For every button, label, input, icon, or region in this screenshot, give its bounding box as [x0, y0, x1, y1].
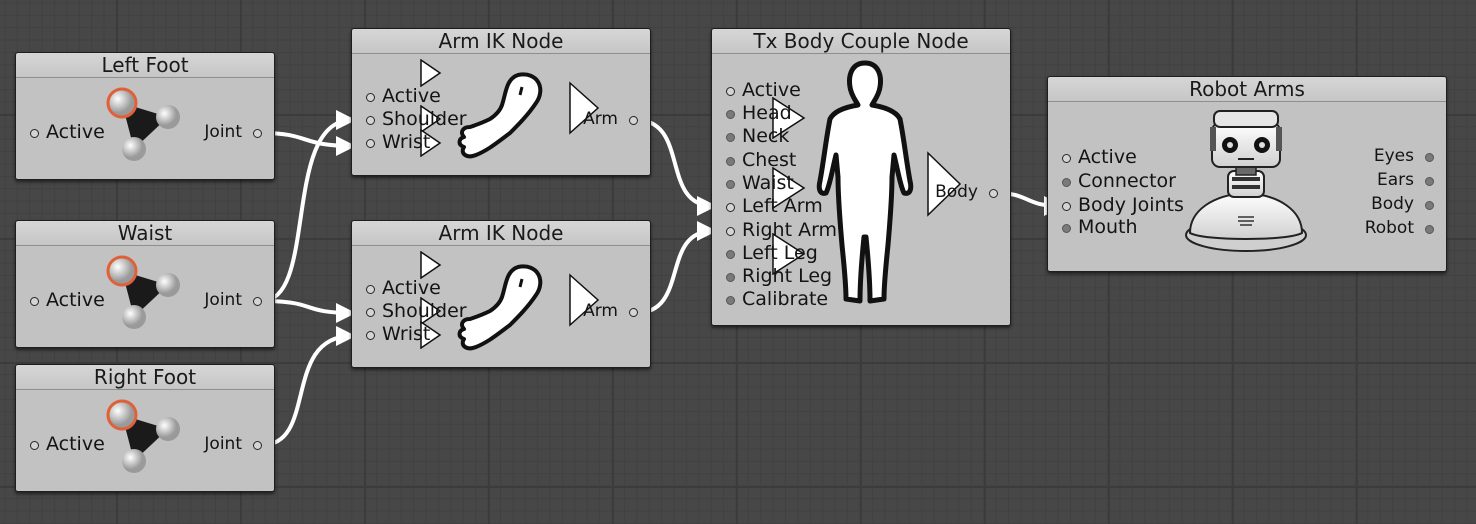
node-tx-body-couple[interactable]: Tx Body Couple Node Active Head Neck Che… — [711, 28, 1011, 326]
node-title[interactable]: Robot Arms — [1048, 77, 1446, 102]
port-label-joint: Joint — [204, 290, 242, 310]
port-dot-right-arm[interactable] — [726, 227, 735, 236]
node-title[interactable]: Right Foot — [16, 365, 274, 390]
node-robot-arms[interactable]: Robot Arms Active Connector Body Joints … — [1047, 76, 1447, 272]
port-label-eyes: Eyes — [1373, 146, 1414, 166]
port-label-active: Active — [46, 433, 105, 455]
port-label-arm: Arm — [583, 109, 618, 129]
port-dot-active[interactable] — [366, 285, 375, 294]
node-title[interactable]: Arm IK Node — [352, 221, 650, 246]
port-dot-joint[interactable] — [253, 129, 262, 138]
port-dot-active[interactable] — [30, 129, 39, 138]
port-label-active: Active — [46, 289, 105, 311]
port-label-left-arm: Left Arm — [742, 195, 823, 217]
joint-molecule-icon — [106, 255, 180, 329]
port-label-robot: Robot — [1364, 218, 1414, 238]
port-label-wrist: Wrist — [382, 323, 431, 345]
port-label-right-leg: Right Leg — [742, 265, 833, 287]
port-label-body-joints: Body Joints — [1078, 194, 1184, 216]
port-label-mouth: Mouth — [1078, 216, 1138, 238]
port-dot-body[interactable] — [989, 189, 998, 198]
port-dot-neck[interactable] — [726, 133, 735, 142]
play-triangle-icon — [420, 59, 442, 87]
port-dot-active[interactable] — [366, 93, 375, 102]
port-dot-left-leg[interactable] — [726, 250, 735, 259]
port-label-shoulder: Shoulder — [382, 300, 467, 322]
port-dot-body[interactable] — [1425, 201, 1434, 210]
port-label-waist: Waist — [742, 172, 794, 194]
node-title[interactable]: Arm IK Node — [352, 29, 650, 54]
port-dot-left-arm[interactable] — [726, 203, 735, 212]
port-dot-right-leg[interactable] — [726, 273, 735, 282]
port-label-right-arm: Right Arm — [742, 219, 838, 241]
port-dot-calibrate[interactable] — [726, 296, 735, 305]
node-title[interactable]: Waist — [16, 221, 274, 246]
node-title[interactable]: Left Foot — [16, 53, 274, 78]
port-dot-head[interactable] — [726, 110, 735, 119]
port-label-calibrate: Calibrate — [742, 288, 829, 310]
port-label-joint: Joint — [204, 122, 242, 142]
robot-icon — [1185, 110, 1307, 252]
port-dot-active[interactable] — [726, 87, 735, 96]
joint-molecule-icon — [106, 87, 180, 161]
port-label-connector: Connector — [1078, 170, 1176, 192]
port-dot-shoulder[interactable] — [366, 308, 375, 317]
node-arm-ik-1[interactable]: Arm IK Node Active Shoulder Wrist Arm — [351, 28, 651, 176]
port-dot-mouth[interactable] — [1062, 224, 1071, 233]
port-dot-wrist[interactable] — [366, 331, 375, 340]
port-dot-ears[interactable] — [1425, 177, 1434, 186]
port-dot-wrist[interactable] — [366, 139, 375, 148]
port-dot-joint[interactable] — [253, 297, 262, 306]
port-label-active: Active — [1078, 146, 1137, 168]
port-label-active: Active — [742, 79, 801, 101]
wire-rightfoot-wrist2 — [260, 326, 356, 447]
port-label-body: Body — [935, 182, 978, 202]
node-arm-ik-2[interactable]: Arm IK Node Active Shoulder Wrist Arm — [351, 220, 651, 368]
wire-leftfoot-wrist1 — [260, 131, 356, 156]
port-dot-waist[interactable] — [726, 180, 735, 189]
wire-waist-shoulder1 — [260, 110, 356, 303]
port-label-active: Active — [46, 121, 105, 143]
node-title[interactable]: Tx Body Couple Node — [712, 29, 1010, 54]
node-right-foot[interactable]: Right Foot Active Joint — [15, 364, 275, 492]
port-label-wrist: Wrist — [382, 131, 431, 153]
play-triangle-icon — [420, 251, 442, 279]
port-label-ears: Ears — [1376, 170, 1414, 190]
port-dot-connector[interactable] — [1062, 178, 1071, 187]
port-label-shoulder: Shoulder — [382, 108, 467, 130]
port-label-chest: Chest — [742, 149, 797, 171]
port-label-active: Active — [382, 85, 441, 107]
port-dot-joint[interactable] — [253, 441, 262, 450]
port-label-arm: Arm — [583, 301, 618, 321]
port-dot-active[interactable] — [1062, 154, 1071, 163]
node-waist[interactable]: Waist Active Joint — [15, 220, 275, 348]
port-dot-eyes[interactable] — [1425, 153, 1434, 162]
port-label-active: Active — [382, 277, 441, 299]
port-dot-shoulder[interactable] — [366, 116, 375, 125]
port-label-head: Head — [742, 102, 792, 124]
wire-waist-shoulder2 — [260, 299, 356, 323]
port-dot-active[interactable] — [30, 297, 39, 306]
port-label-neck: Neck — [742, 125, 790, 147]
port-dot-arm[interactable] — [629, 308, 638, 317]
node-left-foot[interactable]: Left Foot Active Joint — [15, 52, 275, 180]
joint-molecule-icon — [106, 399, 180, 473]
port-label-body: Body — [1371, 194, 1414, 214]
port-label-left-leg: Left Leg — [742, 242, 818, 264]
port-dot-arm[interactable] — [629, 116, 638, 125]
port-label-joint: Joint — [204, 434, 242, 454]
port-dot-chest[interactable] — [726, 157, 735, 166]
port-dot-active[interactable] — [30, 441, 39, 450]
port-dot-body-joints[interactable] — [1062, 202, 1071, 211]
port-dot-robot[interactable] — [1425, 225, 1434, 234]
